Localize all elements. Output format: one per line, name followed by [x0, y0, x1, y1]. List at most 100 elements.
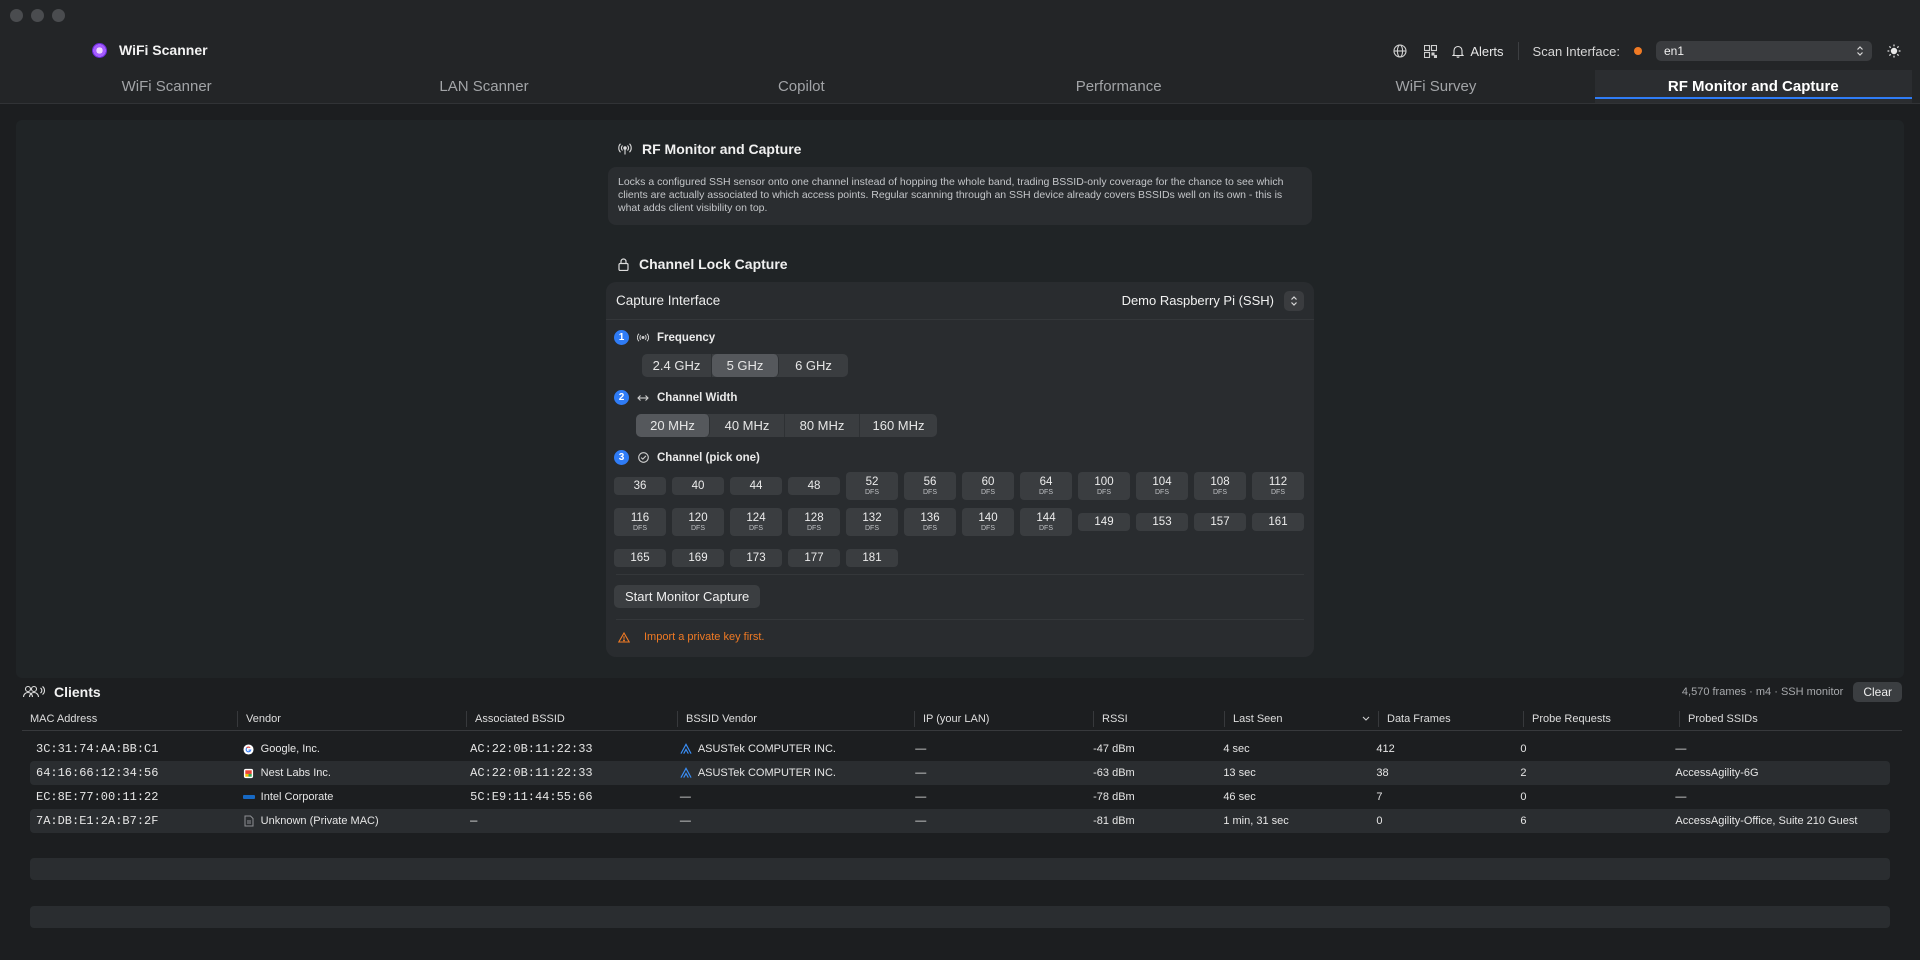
bssid-vendor-cell-text: —: [679, 791, 691, 803]
column-header-probed-ssids[interactable]: Probed SSIDs: [1680, 711, 1902, 727]
channel-button-144[interactable]: 144 DFS: [1020, 508, 1072, 536]
dfs-label: DFS: [865, 488, 879, 496]
data-frames-cell: 38: [1370, 767, 1514, 779]
google-icon: [243, 743, 255, 755]
channel-button-132[interactable]: 132 DFS: [846, 508, 898, 536]
channel-button-161[interactable]: 161: [1252, 513, 1304, 531]
channel-button-157[interactable]: 157: [1194, 513, 1246, 531]
ip-cell: —: [909, 767, 1087, 779]
frequency-option-2-4ghz[interactable]: 2.4 GHz: [642, 354, 712, 377]
rssi-cell: -78 dBm: [1087, 791, 1217, 803]
sun-icon[interactable]: [1886, 43, 1902, 59]
channel-button-36[interactable]: 36: [614, 477, 666, 495]
channel-number: 36: [633, 480, 647, 492]
channel-number: 104: [1152, 475, 1172, 488]
bssid-cell: AC:22:0B:11:22:33: [464, 766, 674, 780]
divider: [616, 574, 1304, 575]
bssid-cell-text: AC:22:0B:11:22:33: [470, 766, 593, 780]
channel-button-112[interactable]: 112 DFS: [1252, 472, 1304, 500]
app-identity: WiFi Scanner: [92, 42, 208, 58]
table-row[interactable]: EC:8E:77:00:11:22 Intel Corporate 5C:E9:11…: [30, 785, 1890, 809]
channel-button-149[interactable]: 149: [1078, 513, 1130, 531]
channel-button-128[interactable]: 128 DFS: [788, 508, 840, 536]
channel-button-169[interactable]: 169: [672, 549, 724, 567]
zoom-window-button[interactable]: [52, 9, 65, 22]
channel-button-60[interactable]: 60 DFS: [962, 472, 1014, 500]
channel-button-177[interactable]: 177: [788, 549, 840, 567]
ip-cell: —: [909, 743, 1087, 755]
column-header-probe-requests[interactable]: Probe Requests: [1524, 710, 1680, 727]
probe-requests-cell: 0: [1514, 791, 1669, 803]
channel-button-52[interactable]: 52 DFS: [846, 472, 898, 500]
column-header-ip[interactable]: IP (your LAN): [915, 710, 1094, 727]
minimize-window-button[interactable]: [31, 9, 44, 22]
channel-button-153[interactable]: 153: [1136, 513, 1188, 531]
table-row[interactable]: 7A:DB:E1:2A:B7:2F Unknown (Private MAC) — —…: [30, 809, 1890, 833]
width-option-40mhz[interactable]: 40 MHz: [710, 414, 785, 437]
data-frames-cell: 7: [1370, 791, 1514, 803]
column-header-last-seen[interactable]: Last Seen: [1225, 710, 1379, 727]
channel-button-56[interactable]: 56 DFS: [904, 472, 956, 500]
clear-button[interactable]: Clear: [1853, 682, 1902, 702]
frequency-option-5ghz[interactable]: 5 GHz: [712, 354, 779, 377]
channel-button-100[interactable]: 100 DFS: [1078, 472, 1130, 500]
channel-button-108[interactable]: 108 DFS: [1194, 472, 1246, 500]
channel-button-40[interactable]: 40: [672, 477, 724, 495]
channel-button-48[interactable]: 48: [788, 477, 840, 495]
probed-ssids-cell: AccessAgility-Office, Suite 210 Guest: [1669, 815, 1890, 827]
probe-requests-cell-text: 2: [1520, 767, 1527, 779]
tab-lan-scanner[interactable]: LAN Scanner: [325, 70, 642, 103]
column-header-bssid[interactable]: Associated BSSID: [467, 710, 678, 727]
channel-button-173[interactable]: 173: [730, 549, 782, 567]
rf-section-title: RF Monitor and Capture: [642, 141, 802, 157]
channel-button-104[interactable]: 104 DFS: [1136, 472, 1188, 500]
column-header-vendor[interactable]: Vendor: [238, 710, 467, 727]
bell-icon: [1452, 45, 1465, 58]
width-option-160mhz[interactable]: 160 MHz: [860, 414, 937, 437]
width-option-80mhz[interactable]: 80 MHz: [785, 414, 860, 437]
channel-button-181[interactable]: 181: [846, 549, 898, 567]
bssid-vendor-cell-text: ASUSTek COMPUTER INC.: [697, 767, 836, 779]
channel-button-124[interactable]: 124 DFS: [730, 508, 782, 536]
tab-wifi-scanner[interactable]: WiFi Scanner: [8, 70, 325, 103]
column-header-rssi[interactable]: RSSI: [1094, 710, 1225, 727]
probed-ssids-cell: —: [1669, 791, 1890, 803]
tab-rf-monitor[interactable]: RF Monitor and Capture: [1594, 70, 1913, 103]
clients-title-group: Clients: [22, 684, 101, 700]
scan-interface-label: Scan Interface:: [1532, 43, 1620, 59]
tab-copilot[interactable]: Copilot: [643, 70, 960, 103]
channel-button-165[interactable]: 165: [614, 549, 666, 567]
tab-performance[interactable]: Performance: [960, 70, 1277, 103]
channel-button-120[interactable]: 120 DFS: [672, 508, 724, 536]
mac-cell: 64:16:66:12:34:56: [30, 766, 237, 780]
capture-interface-select[interactable]: Demo Raspberry Pi (SSH): [1122, 290, 1304, 311]
globe-icon[interactable]: [1392, 43, 1408, 59]
width-option-20mhz[interactable]: 20 MHz: [636, 414, 710, 437]
scan-interface-select[interactable]: en1: [1656, 41, 1872, 61]
channel-button-64[interactable]: 64 DFS: [1020, 472, 1072, 500]
column-header-mac[interactable]: MAC Address: [22, 710, 238, 727]
probe-requests-cell: 6: [1514, 815, 1669, 827]
nest-icon: [243, 767, 255, 779]
column-header-data-frames[interactable]: Data Frames: [1379, 710, 1524, 727]
alerts-button[interactable]: Alerts: [1452, 44, 1504, 59]
bssid-vendor-cell: ASUSTek COMPUTER INC.: [674, 767, 909, 779]
vendor-cell-text: Unknown (Private MAC): [260, 815, 379, 827]
probed-ssids-cell-text: —: [1675, 791, 1687, 803]
channel-number: 112: [1268, 475, 1288, 488]
frequency-option-6ghz[interactable]: 6 GHz: [779, 354, 848, 377]
channel-button-136[interactable]: 136 DFS: [904, 508, 956, 536]
tab-wifi-survey[interactable]: WiFi Survey: [1277, 70, 1594, 103]
channel-button-140[interactable]: 140 DFS: [962, 508, 1014, 536]
table-row[interactable]: 64:16:66:12:34:56 Nest Labs Inc. AC:22:0B:…: [30, 761, 1890, 785]
channel-button-44[interactable]: 44: [730, 477, 782, 495]
start-monitor-capture-button[interactable]: Start Monitor Capture: [614, 585, 761, 608]
bssid-cell: AC:22:0B:11:22:33: [464, 742, 674, 756]
channel-lock-title: Channel Lock Capture: [639, 256, 788, 272]
table-row[interactable]: 3C:31:74:AA:BB:C1 Google, Inc. AC:22:0B:11…: [30, 737, 1890, 761]
close-window-button[interactable]: [10, 9, 23, 22]
qr-code-icon[interactable]: [1422, 43, 1438, 59]
channel-number: 124: [746, 511, 766, 524]
channel-button-116[interactable]: 116 DFS: [614, 508, 666, 536]
column-header-bssid-vendor[interactable]: BSSID Vendor: [678, 710, 915, 727]
